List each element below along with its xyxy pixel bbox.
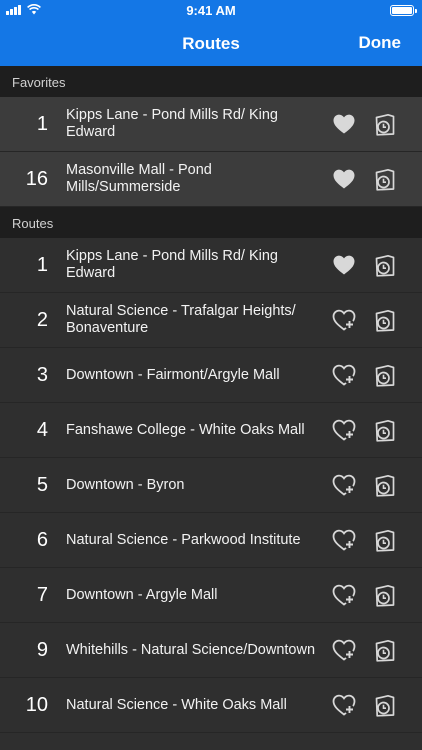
route-row[interactable]: 4 Fanshawe College - White Oaks Mall xyxy=(0,403,422,458)
heart-add-icon[interactable] xyxy=(332,309,356,331)
route-row[interactable]: 5 Downtown - Byron xyxy=(0,458,422,513)
schedule-clock-icon[interactable] xyxy=(372,419,396,443)
heart-add-icon[interactable] xyxy=(332,639,356,661)
route-name: Downtown - Byron xyxy=(66,476,185,493)
schedule-clock-icon[interactable] xyxy=(372,584,396,608)
route-row[interactable]: 3 Downtown - Fairmont/Argyle Mall xyxy=(0,348,422,403)
schedule-clock-icon[interactable] xyxy=(372,168,396,192)
heart-add-icon[interactable] xyxy=(332,529,356,551)
route-number: 10 xyxy=(25,693,48,716)
route-name: Natural Science - White Oaks Mall xyxy=(66,696,287,713)
route-number: 5 xyxy=(36,473,48,496)
route-row[interactable]: 1 Kipps Lane - Pond Mills Rd/ King Edward xyxy=(0,97,422,152)
route-name: Natural Science - Trafalgar Heights/ Bon… xyxy=(66,303,296,336)
route-name: Downtown - Argyle Mall xyxy=(66,586,218,603)
schedule-clock-icon[interactable] xyxy=(372,639,396,663)
done-button[interactable]: Done xyxy=(359,33,402,53)
route-number: 2 xyxy=(36,308,48,331)
schedule-clock-icon[interactable] xyxy=(372,529,396,553)
schedule-clock-icon[interactable] xyxy=(372,364,396,388)
route-name: Whitehills - Natural Science/Downtown xyxy=(66,641,316,658)
route-number: 16 xyxy=(25,167,48,190)
route-number: 9 xyxy=(36,638,48,661)
route-name: Kipps Lane - Pond Mills Rd/ King Edward xyxy=(66,107,278,140)
heart-add-icon[interactable] xyxy=(332,584,356,606)
heart-add-icon[interactable] xyxy=(332,364,356,386)
heart-filled-icon[interactable] xyxy=(332,254,356,276)
section-header-routes: Routes xyxy=(0,207,422,238)
route-name: Fanshawe College - White Oaks Mall xyxy=(66,421,305,438)
heart-filled-icon[interactable] xyxy=(332,113,356,135)
route-number: 6 xyxy=(36,528,48,551)
status-time: 9:41 AM xyxy=(186,3,236,18)
route-number: 4 xyxy=(36,418,48,441)
route-name: Downtown - Fairmont/Argyle Mall xyxy=(66,366,280,383)
heart-filled-icon[interactable] xyxy=(332,168,356,190)
route-name: Masonville Mall - Pond Mills/Summerside xyxy=(66,162,212,195)
route-row[interactable]: 1 Kipps Lane - Pond Mills Rd/ King Edward xyxy=(0,238,422,293)
battery-icon xyxy=(390,5,417,16)
status-bar: 9:41 AM xyxy=(0,0,422,22)
schedule-clock-icon[interactable] xyxy=(372,694,396,718)
route-row[interactable]: 2 Natural Science - Trafalgar Heights/ Bo… xyxy=(0,293,422,348)
route-number: 7 xyxy=(36,583,48,606)
route-number: 3 xyxy=(36,363,48,386)
section-header-favorites: Favorites xyxy=(0,66,422,97)
navigation-bar: Routes Done xyxy=(0,22,422,66)
schedule-clock-icon[interactable] xyxy=(372,113,396,137)
route-name: Natural Science - Parkwood Institute xyxy=(66,531,301,548)
schedule-clock-icon[interactable] xyxy=(372,254,396,278)
route-row[interactable]: 16 Masonville Mall - Pond Mills/Summersid… xyxy=(0,152,422,207)
route-number: 1 xyxy=(36,112,48,135)
route-row[interactable]: 7 Downtown - Argyle Mall xyxy=(0,568,422,623)
route-row[interactable]: 10 Natural Science - White Oaks Mall xyxy=(0,678,422,733)
schedule-clock-icon[interactable] xyxy=(372,474,396,498)
route-row[interactable]: 6 Natural Science - Parkwood Institute xyxy=(0,513,422,568)
heart-add-icon[interactable] xyxy=(332,474,356,496)
heart-add-icon[interactable] xyxy=(332,419,356,441)
schedule-clock-icon[interactable] xyxy=(372,309,396,333)
heart-add-icon[interactable] xyxy=(332,694,356,716)
route-row[interactable]: 9 Whitehills - Natural Science/Downtown xyxy=(0,623,422,678)
route-number: 1 xyxy=(36,253,48,276)
route-name: Kipps Lane - Pond Mills Rd/ King Edward xyxy=(66,248,278,281)
